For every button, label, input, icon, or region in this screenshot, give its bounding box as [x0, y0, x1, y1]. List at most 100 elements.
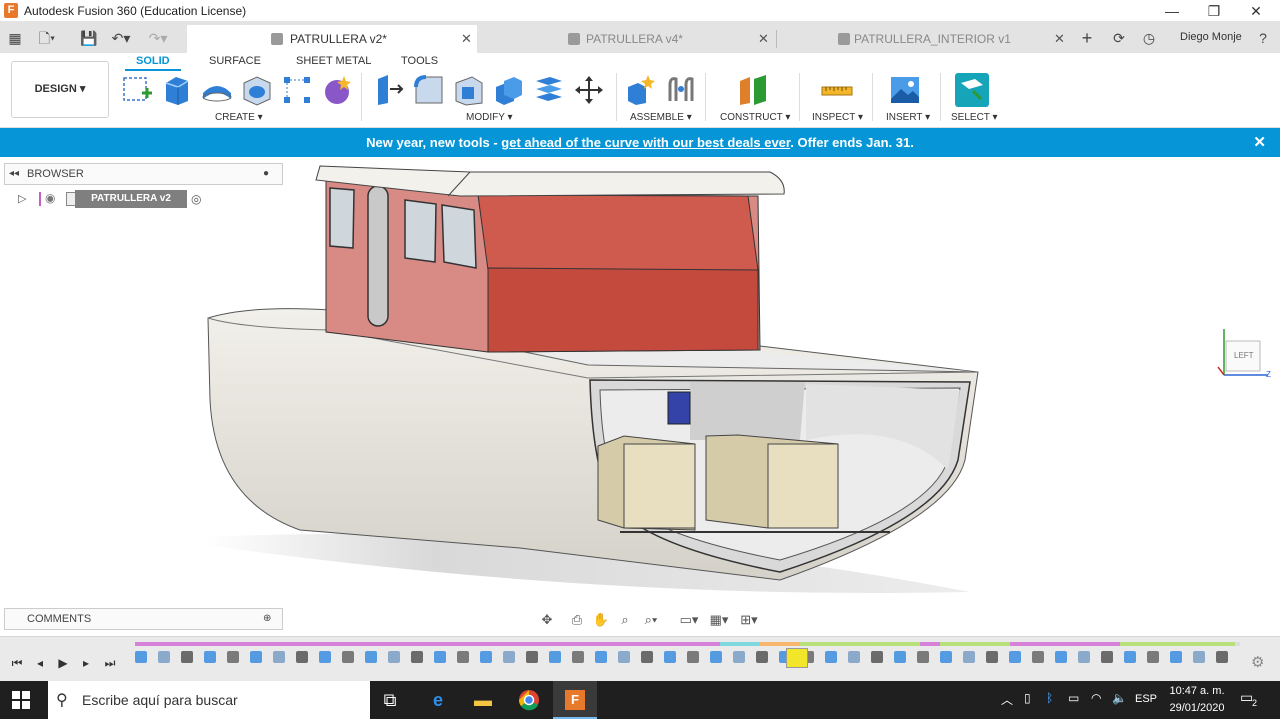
- minimize-button[interactable]: —: [1152, 2, 1192, 20]
- restore-button[interactable]: ❐: [1194, 2, 1234, 20]
- hole-icon[interactable]: [240, 73, 274, 107]
- look-at-icon[interactable]: ⎙: [567, 611, 587, 629]
- timeline-feature-icon[interactable]: [1147, 651, 1159, 663]
- undo-icon[interactable]: ↶▾: [110, 27, 132, 49]
- timeline-feature-icon[interactable]: [894, 651, 906, 663]
- orbit-icon[interactable]: ✥: [537, 611, 557, 629]
- select-icon[interactable]: [955, 73, 989, 107]
- pan-icon[interactable]: ✋: [591, 611, 611, 629]
- timeline-feature-icon[interactable]: [319, 651, 331, 663]
- search-input[interactable]: Escribe aquí para buscar: [82, 692, 238, 708]
- volume-icon[interactable]: 🔈: [1112, 691, 1127, 705]
- browser-root-item[interactable]: PATRULLERA v2: [75, 190, 187, 208]
- timeline-feature-icon[interactable]: [710, 651, 722, 663]
- tab-tools[interactable]: TOOLS: [401, 55, 438, 67]
- file-menu-icon[interactable]: 🗋▾: [36, 27, 58, 49]
- timeline-feature-icon[interactable]: [641, 651, 653, 663]
- apps-grid-icon[interactable]: ▦: [4, 27, 26, 49]
- browser-panel[interactable]: ◂◂ BROWSER ●: [4, 163, 283, 185]
- fit-icon[interactable]: ⌕▾: [641, 611, 661, 629]
- collapse-panel-icon[interactable]: ◂◂: [9, 164, 19, 184]
- timeline-feature-icon[interactable]: [135, 651, 147, 663]
- tab-sheet-metal[interactable]: SHEET METAL: [296, 55, 371, 67]
- fillet-icon[interactable]: [412, 73, 446, 107]
- add-comment-icon[interactable]: ⊕: [263, 609, 271, 629]
- timeline-feature-icon[interactable]: [204, 651, 216, 663]
- timeline-feature-icon[interactable]: [250, 651, 262, 663]
- extensions-icon[interactable]: ⟳: [1108, 27, 1130, 49]
- close-tab-icon[interactable]: ✕: [461, 25, 472, 53]
- panel-minimize-icon[interactable]: ●: [263, 164, 269, 184]
- grid-settings-icon[interactable]: ▦▾: [709, 611, 729, 629]
- timeline-feature-icon[interactable]: [1124, 651, 1136, 663]
- bluetooth-icon[interactable]: ᛒ: [1046, 691, 1053, 705]
- clock-date[interactable]: 29/01/2020: [1165, 702, 1229, 714]
- timeline-feature-icon[interactable]: [917, 651, 929, 663]
- timeline-feature-icon[interactable]: [1101, 651, 1113, 663]
- battery-icon[interactable]: ▭: [1068, 691, 1079, 705]
- step-forward-icon[interactable]: ▸: [77, 656, 95, 672]
- timeline-feature-icon[interactable]: [986, 651, 998, 663]
- comments-panel[interactable]: COMMENTS ⊕: [4, 608, 283, 630]
- tab-patrullera-v2[interactable]: PATRULLERA v2* ✕: [187, 25, 477, 53]
- new-tab-icon[interactable]: +: [1076, 27, 1098, 49]
- chrome-icon[interactable]: [507, 681, 551, 719]
- timeline-feature-icon[interactable]: [733, 651, 745, 663]
- timeline-feature-icon[interactable]: [664, 651, 676, 663]
- task-view-icon[interactable]: ⧉: [368, 681, 412, 719]
- timeline-feature-icon[interactable]: [296, 651, 308, 663]
- timeline-feature-icon[interactable]: [595, 651, 607, 663]
- timeline-feature-icon[interactable]: [434, 651, 446, 663]
- timeline-feature-icon[interactable]: [457, 651, 469, 663]
- close-tab-icon[interactable]: ✕: [1054, 25, 1065, 53]
- press-pull-icon[interactable]: [372, 73, 406, 107]
- select-menu[interactable]: SELECT ▾: [951, 112, 998, 123]
- timeline-features[interactable]: [135, 650, 1240, 666]
- timeline-feature-icon[interactable]: [756, 651, 768, 663]
- timeline-feature-icon[interactable]: [342, 651, 354, 663]
- new-component-icon[interactable]: [624, 73, 658, 107]
- timeline-feature-icon[interactable]: [618, 651, 630, 663]
- insert-menu[interactable]: INSERT ▾: [886, 112, 930, 123]
- close-tab-icon[interactable]: ✕: [758, 25, 769, 53]
- tab-solid[interactable]: SOLID: [125, 55, 181, 71]
- timeline-feature-icon[interactable]: [365, 651, 377, 663]
- timeline-feature-icon[interactable]: [1032, 651, 1044, 663]
- tab-patrullera-v4[interactable]: PATRULLERA v4* ✕: [480, 25, 775, 53]
- zoom-icon[interactable]: ⌕: [615, 611, 635, 629]
- timeline-settings-icon[interactable]: ⚙: [1251, 653, 1264, 671]
- measure-icon[interactable]: [820, 73, 854, 107]
- combine-icon[interactable]: [492, 73, 526, 107]
- timeline-feature-icon[interactable]: [227, 651, 239, 663]
- timeline-feature-icon[interactable]: [388, 651, 400, 663]
- timeline-feature-icon[interactable]: [1078, 651, 1090, 663]
- expand-chevron-icon[interactable]: ▷: [18, 192, 26, 205]
- timeline-feature-icon[interactable]: [1193, 651, 1205, 663]
- pattern-icon[interactable]: [280, 73, 314, 107]
- go-to-start-icon[interactable]: ⏮: [8, 656, 26, 672]
- timeline-feature-icon[interactable]: [526, 651, 538, 663]
- step-back-icon[interactable]: ◂: [31, 656, 49, 672]
- timeline-feature-icon[interactable]: [549, 651, 561, 663]
- timeline-feature-icon[interactable]: [687, 651, 699, 663]
- fusion-taskbar-button[interactable]: F: [553, 681, 597, 719]
- timeline-feature-icon[interactable]: [963, 651, 975, 663]
- timeline-feature-icon[interactable]: [480, 651, 492, 663]
- workspace-switcher[interactable]: DESIGN ▾: [11, 61, 109, 118]
- banner-link[interactable]: get ahead of the curve with our best dea…: [501, 135, 790, 150]
- usb-icon[interactable]: ▯: [1024, 691, 1031, 705]
- inspect-menu[interactable]: INSPECT ▾: [812, 112, 863, 123]
- create-form-icon[interactable]: [320, 73, 354, 107]
- tab-patrullera-interior[interactable]: PATRULLERA_INTERIOR v1 ✕: [778, 25, 1073, 53]
- input-language[interactable]: ESP: [1135, 693, 1157, 705]
- edge-browser-icon[interactable]: e: [416, 681, 460, 719]
- assemble-menu[interactable]: ASSEMBLE ▾: [630, 112, 692, 123]
- insert-image-icon[interactable]: [888, 73, 922, 107]
- windows-start-icon[interactable]: [12, 691, 30, 709]
- save-icon[interactable]: 💾: [78, 27, 100, 49]
- activate-radio-icon[interactable]: ◎: [191, 192, 201, 206]
- clock-time[interactable]: 10:47 a. m.: [1165, 685, 1229, 697]
- close-window-button[interactable]: ✕: [1236, 2, 1276, 20]
- timeline-feature-icon[interactable]: [273, 651, 285, 663]
- timeline-feature-icon[interactable]: [181, 651, 193, 663]
